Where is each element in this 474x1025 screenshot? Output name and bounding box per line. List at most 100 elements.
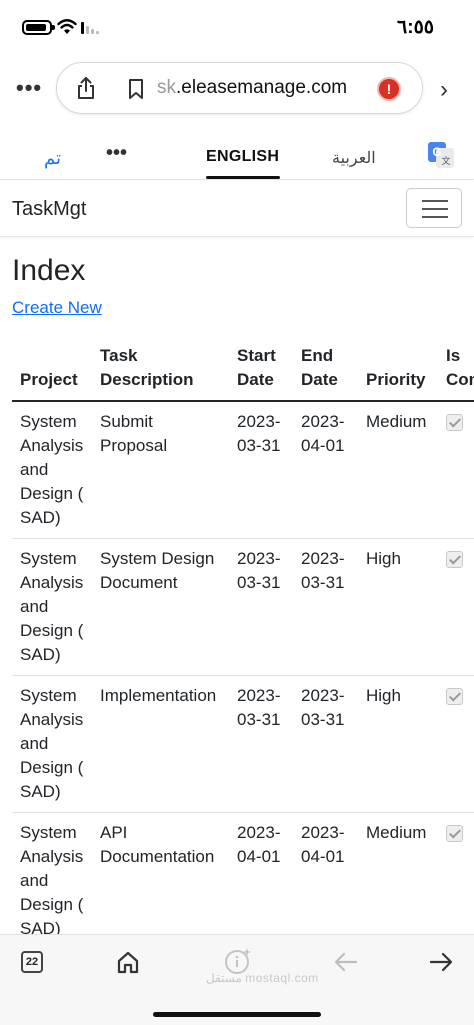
url-domain-text: .eleasemanage.com <box>176 77 348 98</box>
bookmark-icon[interactable] <box>127 78 145 100</box>
cell-project: System Analysis and Design ( SAD) <box>20 821 83 941</box>
table-row: System Analysis and Design ( SAD) System… <box>12 539 474 676</box>
cell-project-line: Analysis <box>20 710 84 729</box>
cell-task-line: Submit <box>100 412 153 431</box>
url-text[interactable]: sk.eleasemanage.com <box>157 77 347 99</box>
cell-date-line: 04-01 <box>237 847 281 866</box>
hamburger-line <box>422 216 448 218</box>
translate-done-button[interactable]: تم <box>44 148 61 169</box>
cell-task: API Documentation <box>100 821 214 869</box>
cell-end-date: 2023- 03-31 <box>301 547 344 595</box>
tab-english[interactable]: ENGLISH <box>206 148 279 166</box>
cell-end-date: 2023- 03-31 <box>301 684 344 732</box>
cell-priority: High <box>366 549 401 568</box>
cell-date-line: 2023- <box>301 686 345 705</box>
cell-task-line: Documentation <box>100 847 215 866</box>
cell-task: Implementation <box>100 684 216 708</box>
cell-task: System Design Document <box>100 547 214 595</box>
cell-start-date: 2023- 04-01 <box>237 821 280 869</box>
cell-project-line: System <box>20 412 77 431</box>
browser-url-row: ••• sk.eleasemanage.com ! › <box>0 62 474 118</box>
cell-project: System Analysis and Design ( SAD) <box>20 410 83 530</box>
home-indicator <box>153 1012 321 1017</box>
share-icon[interactable] <box>75 76 97 100</box>
table-row: System Analysis and Design ( SAD) Submit… <box>12 402 474 539</box>
header-is-line2: Com <box>446 370 474 389</box>
header-end-line2: Date <box>301 370 338 389</box>
page-title: Index <box>12 254 86 287</box>
svg-text:文: 文 <box>441 155 450 167</box>
cell-project-line: Design ( <box>20 621 84 640</box>
cell-end-date: 2023- 04-01 <box>301 410 344 458</box>
more-icon[interactable]: ••• <box>16 77 42 99</box>
address-bar[interactable]: sk.eleasemanage.com ! <box>56 62 423 114</box>
translate-more-icon[interactable]: ••• <box>106 142 127 165</box>
cell-date-line: 2023- <box>301 823 345 842</box>
wifi-icon <box>57 19 77 34</box>
navbar-brand[interactable]: TaskMgt <box>12 198 86 221</box>
tab-english-indicator <box>206 176 280 179</box>
cell-date-line: 03-31 <box>301 710 345 729</box>
cell-project-line: SAD) <box>20 645 61 664</box>
cell-date-line: 04-01 <box>301 847 345 866</box>
cell-date-line: 03-31 <box>237 573 281 592</box>
app-navbar: TaskMgt <box>0 181 474 237</box>
hamburger-line <box>422 208 448 210</box>
cell-task-line: Proposal <box>100 436 168 455</box>
cell-date-line: 04-01 <box>301 436 345 455</box>
cell-priority: Medium <box>366 412 427 431</box>
cell-date-line: 2023- <box>301 412 345 431</box>
tab-arabic[interactable]: العربية <box>332 148 376 168</box>
header-priority: Priority <box>366 370 426 389</box>
tabs-button[interactable]: 22 <box>21 951 43 973</box>
translate-bar: تم ••• ENGLISH العربية G 文 <box>0 132 474 180</box>
cell-project-line: Analysis <box>20 573 84 592</box>
cell-task-line: System Design <box>100 549 215 568</box>
table-row: System Analysis and Design ( SAD) Implem… <box>12 676 474 813</box>
chevron-right-icon[interactable]: › <box>440 76 448 104</box>
browser-bottom-toolbar: 22 مستقل mostaql.com <box>0 934 474 1025</box>
cell-project-line: Analysis <box>20 847 84 866</box>
cell-project-line: SAD) <box>20 508 61 527</box>
forward-arrow-icon[interactable] <box>429 951 453 973</box>
warning-icon[interactable]: ! <box>377 77 401 101</box>
battery-icon <box>22 20 55 35</box>
cell-project-line: Design ( <box>20 758 84 777</box>
cell-start-date: 2023- 03-31 <box>237 684 280 732</box>
header-task-line1: Task <box>100 346 138 365</box>
back-arrow-icon[interactable] <box>334 951 358 973</box>
is-completed-checkbox <box>446 825 463 842</box>
cell-priority: Medium <box>366 823 427 842</box>
home-icon[interactable] <box>117 950 139 974</box>
hamburger-icon[interactable] <box>406 188 462 228</box>
header-project: Project <box>20 370 78 389</box>
cell-project-line: and <box>20 460 49 479</box>
create-new-link[interactable]: Create New <box>12 298 102 318</box>
cell-end-date: 2023- 04-01 <box>301 821 344 869</box>
status-bar: ٦:٥٥ <box>0 0 474 56</box>
url-faded-text: sk <box>157 77 176 98</box>
google-translate-icon[interactable]: G 文 <box>428 142 454 168</box>
header-is-line1: Is <box>446 346 461 365</box>
svg-text:G: G <box>432 145 441 159</box>
cell-date-line: 2023- <box>237 549 281 568</box>
cell-project-line: Design ( <box>20 484 84 503</box>
hamburger-line <box>422 200 448 202</box>
cell-project: System Analysis and Design ( SAD) <box>20 684 83 804</box>
header-start-line2: Date <box>237 370 274 389</box>
cell-project-line: and <box>20 871 49 890</box>
cell-priority: High <box>366 686 401 705</box>
cell-date-line: 2023- <box>237 823 281 842</box>
is-completed-checkbox <box>446 414 463 431</box>
cell-project-line: System <box>20 823 77 842</box>
cell-task-line: Document <box>100 573 178 592</box>
header-task-line2: Description <box>100 370 194 389</box>
cell-date-line: 03-31 <box>237 436 281 455</box>
cell-project-line: Analysis <box>20 436 84 455</box>
cell-date-line: 2023- <box>301 549 345 568</box>
cell-date-line: 03-31 <box>301 573 345 592</box>
is-completed-checkbox <box>446 688 463 705</box>
cell-task-line: API <box>100 823 128 842</box>
cell-project-line: and <box>20 597 49 616</box>
cell-project-line: Design ( <box>20 895 84 914</box>
